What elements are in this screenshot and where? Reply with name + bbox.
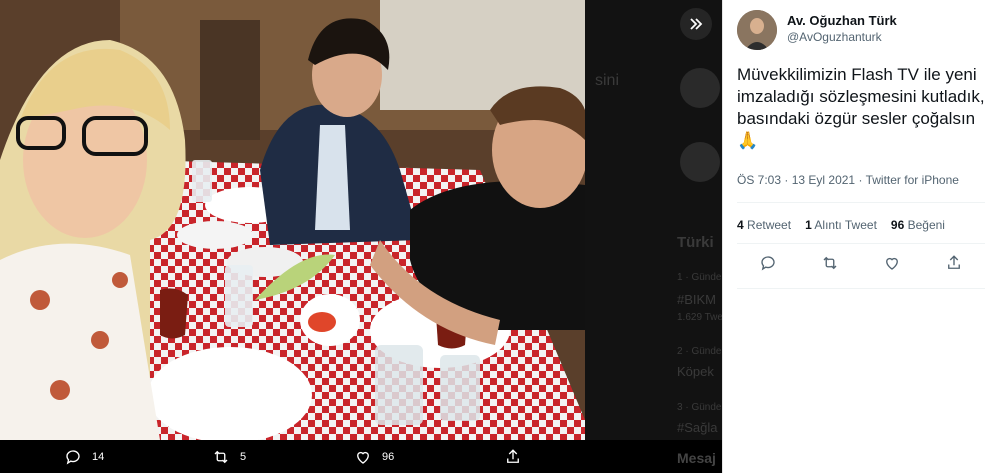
- collapse-panel-button[interactable]: [680, 8, 712, 40]
- share-action[interactable]: [504, 440, 522, 473]
- tweet-time[interactable]: ÖS 7:03: [737, 173, 781, 187]
- ghost-text: Köpek: [677, 364, 714, 379]
- ghost-text: 3 · Gündem: [677, 402, 722, 413]
- tweet-actions: [737, 254, 985, 272]
- tweet-text: Müvekkilimizin Flash TV ile yeni imzalad…: [737, 65, 985, 150]
- quote-stat[interactable]: 1 Alıntı Tweet: [805, 218, 877, 232]
- avatar[interactable]: [737, 10, 777, 50]
- tweet-photo[interactable]: [0, 0, 585, 440]
- divider: [737, 202, 985, 203]
- author-name[interactable]: Av. Oğuzhan Türk: [787, 13, 897, 28]
- heart-icon: [357, 451, 369, 464]
- like-action[interactable]: 96: [354, 440, 394, 473]
- photo-illustration: [0, 0, 585, 440]
- background-timeline: sini Türki 1 · Gündem #BIKM 1.629 Tweet …: [585, 0, 722, 440]
- tweet-date[interactable]: 13 Eyl 2021: [792, 173, 855, 187]
- ghost-text: sini: [595, 72, 620, 89]
- share-icon: [507, 448, 519, 463]
- retweet-stat[interactable]: 4 Retweet: [737, 218, 791, 232]
- like-stat[interactable]: 96 Beğeni: [891, 218, 945, 232]
- media-action-bar: Mesaj 14 5 96: [0, 440, 722, 473]
- reply-count: 14: [92, 450, 105, 463]
- ghost-avatar: [680, 142, 720, 182]
- meta-separator: ·: [784, 173, 792, 187]
- tweet-stats: 4 Retweet 1 Alıntı Tweet 96 Beğeni: [737, 218, 945, 232]
- ghost-text: #Sağla: [677, 420, 718, 435]
- media-viewer: sini Türki 1 · Gündem #BIKM 1.629 Tweet …: [0, 0, 722, 473]
- retweet-count: 5: [240, 450, 247, 463]
- ghost-text: Türki: [677, 234, 714, 251]
- divider: [737, 243, 985, 244]
- retweet-icon[interactable]: [821, 254, 839, 272]
- author-handle[interactable]: @AvOguzhanturk: [787, 30, 882, 44]
- divider: [737, 288, 985, 289]
- ghost-avatar: [680, 68, 720, 108]
- ghost-text: 1.629 Tweet: [677, 312, 722, 323]
- reply-icon[interactable]: [759, 254, 777, 272]
- ghost-text: 1 · Gündem: [677, 272, 722, 283]
- retweet-icon: [214, 450, 228, 463]
- like-count: 96: [382, 450, 395, 463]
- meta-separator: ·: [858, 173, 866, 187]
- share-icon[interactable]: [945, 254, 963, 272]
- avatar-image: [737, 10, 777, 50]
- tweet-source[interactable]: Twitter for iPhone: [866, 173, 959, 187]
- heart-icon[interactable]: [883, 254, 901, 272]
- double-chevron-right-icon: [690, 18, 703, 30]
- tweet-meta: ÖS 7:03 · 13 Eyl 2021 · Twitter for iPho…: [737, 173, 959, 187]
- ghost-text: Mesaj: [677, 450, 716, 466]
- retweet-action[interactable]: 5: [212, 440, 246, 473]
- ghost-text: 2 · Gündem: [677, 346, 722, 357]
- ghost-text: #BIKM: [677, 292, 717, 307]
- reply-action[interactable]: 14: [64, 440, 104, 473]
- reply-icon: [66, 449, 80, 464]
